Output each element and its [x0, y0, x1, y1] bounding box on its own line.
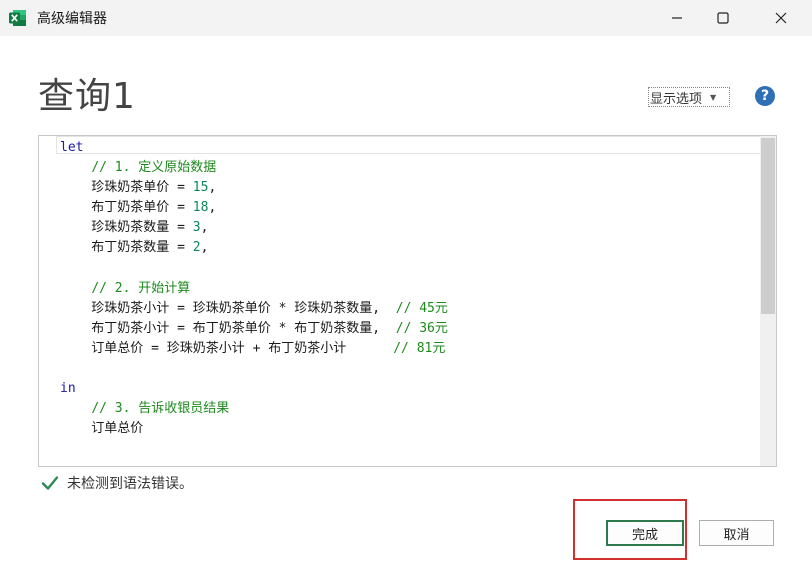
chevron-down-icon: ▼: [710, 92, 717, 102]
code-token: 布丁奶茶单价 =: [60, 200, 193, 216]
code-editor[interactable]: let // 1. 定义原始数据 珍珠奶茶单价 = 15, 布丁奶茶单价 = 1…: [38, 135, 777, 467]
maximize-button[interactable]: [700, 0, 746, 36]
code-token: 订单总价: [60, 421, 144, 437]
code-token: 珍珠奶茶数量 =: [60, 220, 193, 236]
code-keyword: in: [60, 381, 76, 397]
vertical-scrollbar[interactable]: [760, 136, 776, 466]
maximize-icon: [717, 12, 729, 24]
code-comment: // 2. 开始计算: [91, 280, 191, 296]
code-token: 布丁奶茶小计 = 布丁奶茶单价 * 布丁奶茶数量,: [60, 320, 396, 336]
code-number: 18: [192, 200, 209, 216]
code-comment: // 1. 定义原始数据: [91, 160, 217, 176]
code-token: 珍珠奶茶小计 = 珍珠奶茶单价 * 珍珠奶茶数量,: [60, 300, 396, 316]
code-token: 珍珠奶茶单价 =: [60, 180, 193, 196]
help-icon[interactable]: ?: [755, 86, 775, 106]
code-token: ,: [208, 200, 217, 216]
code-number: 2: [192, 240, 201, 256]
close-icon: [775, 12, 787, 24]
display-options-label: 显示选项: [650, 91, 703, 107]
code-token: 订单总价 = 珍珠奶茶小计 + 布丁奶茶小计: [60, 340, 394, 356]
minimize-icon: [672, 17, 682, 19]
dialog-body: 查询1 显示选项 ▼ ? let // 1. 定义原始数据 珍珠奶茶单价 = 1…: [0, 36, 812, 585]
title-bar: 高级编辑器: [0, 0, 812, 36]
cancel-button[interactable]: 取消: [699, 520, 774, 546]
code-keyword: let: [60, 140, 84, 155]
scrollbar-thumb[interactable]: [761, 138, 775, 314]
display-options-dropdown[interactable]: 显示选项 ▼: [648, 87, 730, 107]
code-comment: // 81元: [393, 340, 446, 356]
code-token: ,: [200, 220, 209, 236]
code-comment: // 3. 告诉收银员结果: [91, 401, 230, 417]
syntax-status: 未检测到语法错误。: [41, 473, 193, 493]
code-token: ,: [200, 240, 209, 256]
done-button[interactable]: 完成: [606, 520, 684, 546]
excel-icon: [9, 10, 26, 26]
code-token: 布丁奶茶数量 =: [60, 240, 193, 256]
status-text: 未检测到语法错误。: [67, 476, 193, 492]
code-comment: // 45元: [395, 300, 448, 316]
close-button[interactable]: [758, 0, 804, 36]
code-number: 15: [192, 180, 209, 196]
code-comment: // 36元: [395, 320, 448, 336]
check-icon: [41, 476, 59, 490]
window-title: 高级编辑器: [37, 11, 107, 27]
code-text[interactable]: let // 1. 定义原始数据 珍珠奶茶单价 = 15, 布丁奶茶单价 = 1…: [60, 138, 448, 439]
minimize-button[interactable]: [654, 0, 700, 36]
code-number: 3: [192, 220, 201, 236]
code-token: ,: [208, 180, 217, 196]
query-title: 查询1: [38, 76, 136, 117]
